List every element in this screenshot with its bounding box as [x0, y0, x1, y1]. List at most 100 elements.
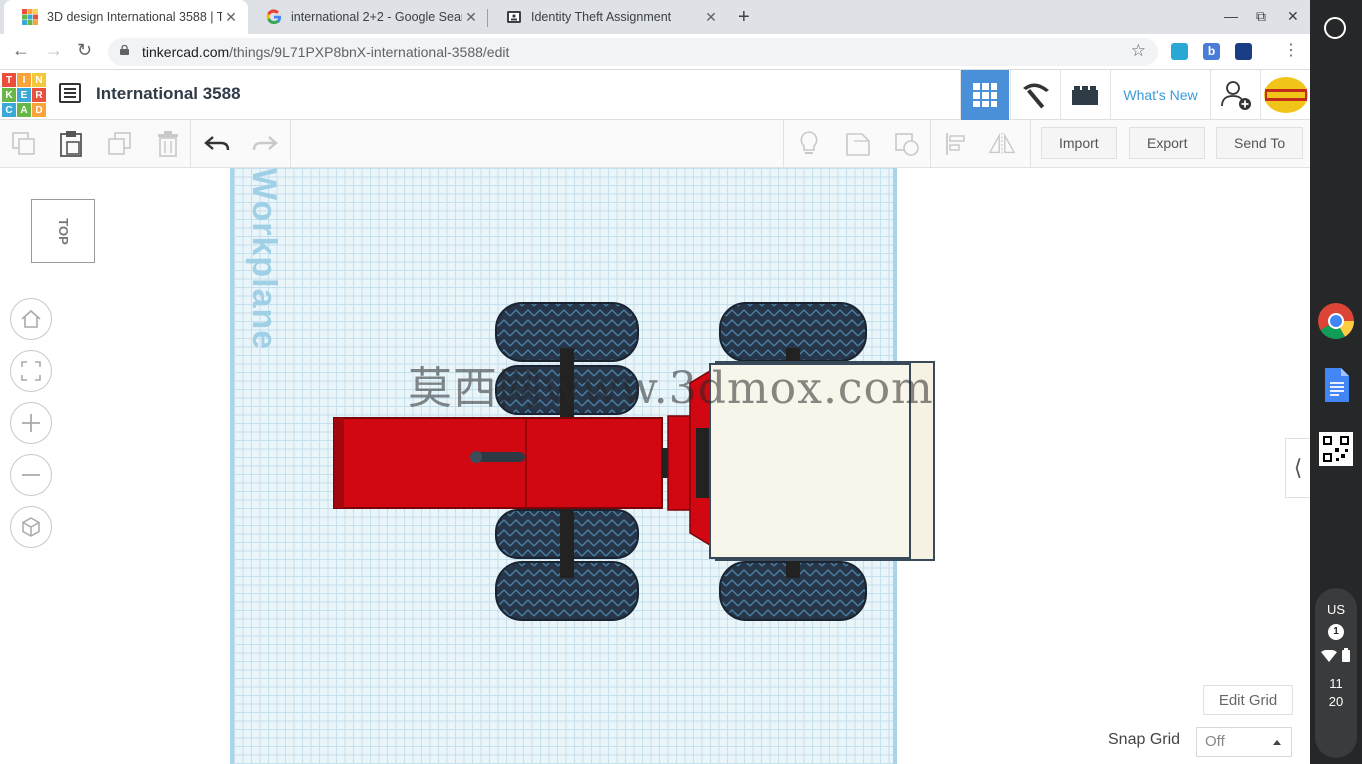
classroom-favicon-icon [507, 11, 521, 23]
view-cube-face-label: TOP [55, 217, 71, 245]
collapse-panel-button[interactable]: ⟨ [1285, 438, 1310, 498]
google-docs-icon[interactable] [1317, 366, 1355, 404]
minecraft-view-button[interactable] [1010, 70, 1059, 120]
shield-extension-icon[interactable] [1235, 43, 1252, 60]
tab-title: 3D design International 3588 | T [47, 10, 222, 24]
forward-icon[interactable]: → [45, 40, 63, 61]
zoom-in-button[interactable] [10, 402, 52, 444]
minimize-icon[interactable]: — [1224, 8, 1238, 24]
tractor-model[interactable] [330, 298, 940, 628]
mirror-icon[interactable] [988, 130, 1016, 158]
system-tray[interactable]: US 1 11 20 [1315, 588, 1357, 758]
mopar-avatar-icon [1263, 77, 1308, 113]
ungroup-icon[interactable] [893, 130, 921, 158]
toolbar-separator [190, 120, 191, 168]
exhaust-stack [475, 452, 525, 462]
tinkercad-header: TIN KER CAD International 3588 What's Ne… [0, 70, 1310, 120]
wifi-icon [1321, 649, 1338, 662]
align-icon[interactable] [942, 130, 970, 158]
launcher-icon[interactable] [1324, 17, 1346, 39]
grid-view-icon [973, 83, 997, 107]
tab-google-search[interactable]: international 2+2 - Google Searc ✕ [248, 0, 488, 34]
perspective-button[interactable] [10, 506, 52, 548]
add-user-button[interactable] [1210, 70, 1260, 120]
edit-toolbar: Import Export Send To [0, 120, 1310, 168]
tab-identity-theft[interactable]: Identity Theft Assignment ✕ [488, 0, 728, 34]
design-canvas[interactable]: Workplane TOP 莫西网www.3dmox.com ⟨ Edit Gr… [0, 168, 1310, 764]
restore-icon[interactable]: ⧉ [1256, 8, 1266, 25]
url-path: /things/9L71PXP8bnX-international-3588/e… [229, 44, 510, 60]
workplane-label: Workplane [245, 168, 283, 351]
delete-icon[interactable] [154, 130, 182, 158]
back-icon[interactable]: ← [12, 40, 30, 61]
b-extension-icon[interactable]: b [1203, 43, 1220, 60]
input-method-label: US [1326, 602, 1346, 617]
toolbar-separator [783, 120, 784, 168]
add-user-icon [1220, 81, 1251, 110]
toolbar-separator [1030, 120, 1031, 168]
browser-toolbar: ← → ↻ tinkercad.com/things/9L71PXP8bnX-i… [0, 34, 1310, 70]
lock-icon [120, 45, 129, 55]
pickaxe-icon [1023, 83, 1049, 109]
clock-hour: 11 [1329, 676, 1343, 691]
close-window-icon[interactable]: ✕ [1287, 8, 1299, 25]
close-tab-icon[interactable]: ✕ [222, 9, 240, 26]
close-tab-icon[interactable]: ✕ [462, 9, 480, 26]
toolbar-separator [290, 120, 291, 168]
chevron-left-icon: ⟨ [1293, 455, 1303, 480]
hood[interactable] [333, 417, 663, 509]
new-tab-icon[interactable]: + [738, 6, 750, 29]
tinkercad-favicon-icon [22, 9, 38, 25]
reload-icon[interactable]: ↻ [77, 40, 92, 61]
import-button[interactable]: Import [1041, 127, 1117, 159]
paste-icon[interactable] [57, 130, 85, 158]
fit-icon [21, 361, 41, 381]
design-title[interactable]: International 3588 [96, 84, 241, 104]
watermark-text: 莫西网www.3dmox.com [408, 363, 934, 414]
tab-title: Identity Theft Assignment [531, 10, 672, 24]
whats-new-link[interactable]: What's New [1110, 70, 1210, 120]
google-favicon-icon [266, 9, 281, 25]
minus-icon [22, 474, 40, 476]
design-list-icon[interactable] [59, 83, 81, 103]
send-to-button[interactable]: Send To [1216, 127, 1304, 159]
url-host: tinkercad.com [142, 44, 230, 60]
address-bar[interactable]: tinkercad.com/things/9L71PXP8bnX-interna… [108, 38, 1158, 66]
3d-view-button[interactable] [960, 70, 1009, 120]
tinkercad-logo[interactable]: TIN KER CAD [2, 73, 46, 117]
home-icon [21, 309, 41, 328]
toolbar-separator [930, 120, 931, 168]
chrome-app-icon[interactable] [1317, 302, 1355, 340]
qr-code-app-icon[interactable] [1317, 430, 1355, 468]
user-avatar[interactable] [1260, 70, 1310, 120]
home-view-button[interactable] [10, 298, 52, 340]
edit-grid-button[interactable]: Edit Grid [1203, 685, 1293, 715]
group-icon[interactable] [844, 130, 872, 158]
cloud-extension-icon[interactable] [1171, 43, 1188, 60]
snap-grid-value: Off [1205, 733, 1225, 750]
zoom-out-button[interactable] [10, 454, 52, 496]
url-text: tinkercad.com/things/9L71PXP8bnX-interna… [142, 44, 509, 60]
chromeos-shelf: US 1 11 20 [1310, 0, 1362, 764]
clock: 11 20 [1315, 675, 1357, 711]
duplicate-icon[interactable] [106, 130, 134, 158]
cube-icon [22, 517, 40, 537]
view-cube[interactable]: TOP [31, 199, 95, 263]
bookmark-star-icon[interactable]: ☆ [1131, 41, 1146, 61]
chrome-menu-icon[interactable]: ⋮ [1283, 40, 1299, 60]
redo-icon[interactable] [251, 130, 279, 158]
notification-badge[interactable]: 1 [1328, 624, 1344, 640]
tab-tinkercad[interactable]: 3D design International 3588 | T ✕ [4, 0, 248, 34]
undo-icon[interactable] [203, 130, 231, 158]
brick-icon [1072, 86, 1098, 105]
close-tab-icon[interactable]: ✕ [702, 9, 720, 26]
grille [334, 418, 344, 508]
fit-view-button[interactable] [10, 350, 52, 392]
lego-bricks-button[interactable] [1060, 70, 1109, 120]
snap-grid-select[interactable]: Off [1196, 727, 1292, 757]
battery-icon [1341, 648, 1350, 662]
plus-icon [22, 414, 40, 432]
copy-icon[interactable] [10, 130, 38, 158]
lightbulb-icon[interactable] [795, 130, 823, 158]
export-button[interactable]: Export [1129, 127, 1206, 159]
